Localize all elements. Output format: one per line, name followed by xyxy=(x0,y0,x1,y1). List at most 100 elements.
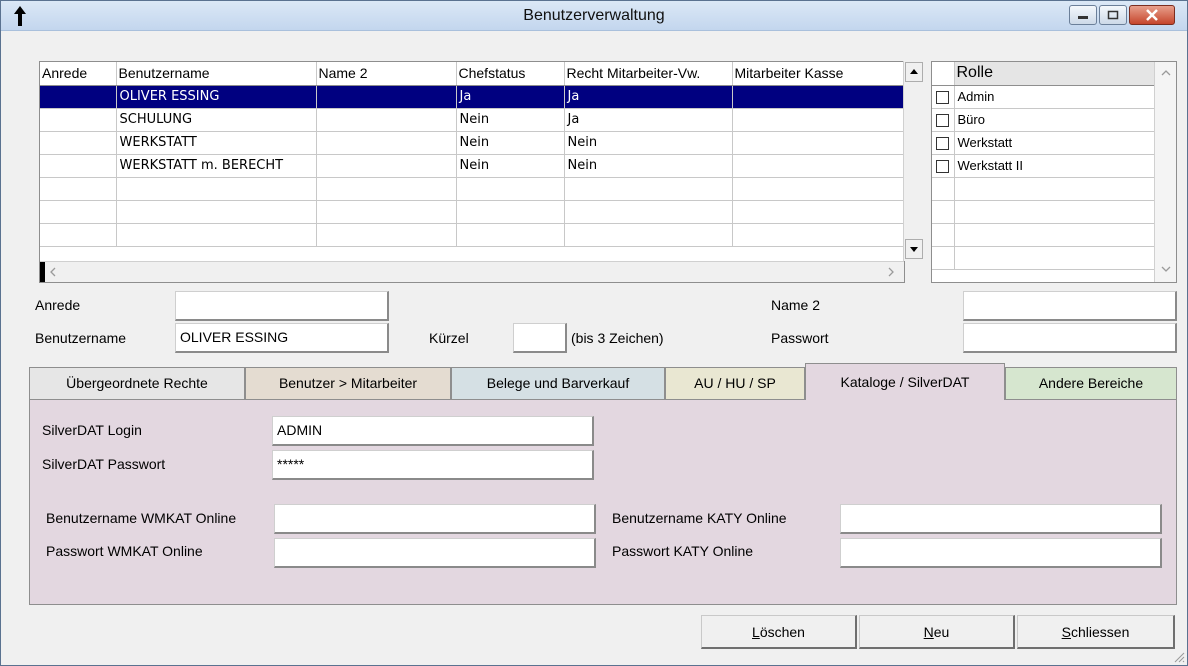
kuerzel-label: Kürzel xyxy=(429,330,469,346)
resize-grip-icon[interactable] xyxy=(1171,649,1185,663)
table-cell: Ja xyxy=(564,85,733,109)
passwort-label: Passwort xyxy=(771,330,829,346)
wmkat-user-label: Benutzername WMKAT Online xyxy=(46,510,237,526)
maximize-button[interactable] xyxy=(1099,5,1127,25)
tab-kataloge-silverdat[interactable]: Kataloge / SilverDAT xyxy=(805,363,1005,400)
tab-benutzer-mitarbeiter[interactable]: Benutzer > Mitarbeiter xyxy=(245,367,451,399)
table-cell: Nein xyxy=(456,154,565,178)
arrow-down-icon[interactable] xyxy=(1160,264,1172,274)
role-row[interactable]: Werkstatt II xyxy=(932,154,1155,178)
tab-uebergeordnete-rechte[interactable]: Übergeordnete Rechte xyxy=(29,367,245,399)
table-cell: OLIVER ESSING xyxy=(116,85,317,109)
schliessen-button[interactable]: Schliessen xyxy=(1017,615,1175,649)
arrow-up-icon[interactable] xyxy=(1160,68,1172,78)
column-header-benutzername[interactable]: Benutzername xyxy=(116,62,317,86)
role-checkbox[interactable] xyxy=(936,137,949,151)
loeschen-button[interactable]: Löschen xyxy=(701,615,857,649)
table-cell: Nein xyxy=(456,131,565,155)
column-header-mitarbeiter-kasse[interactable]: Mitarbeiter Kasse xyxy=(732,62,907,86)
column-header-name2[interactable]: Name 2 xyxy=(316,62,457,86)
benutzername-field[interactable]: OLIVER ESSING xyxy=(175,323,389,353)
name2-field[interactable] xyxy=(963,291,1177,321)
tab-au-hu-sp[interactable]: AU / HU / SP xyxy=(665,367,805,399)
title-bar[interactable]: Benutzerverwaltung xyxy=(1,1,1187,31)
table-cell xyxy=(732,131,907,155)
user-grid[interactable]: Anrede Benutzername Name 2 Chefstatus Re… xyxy=(39,61,907,283)
table-cell xyxy=(40,108,117,132)
wmkat-pass-label: Passwort WMKAT Online xyxy=(46,543,203,559)
role-grid-header: Rolle xyxy=(932,62,1155,86)
minimize-button[interactable] xyxy=(1069,5,1097,25)
anrede-field[interactable] xyxy=(175,291,389,321)
role-checkbox[interactable] xyxy=(936,91,949,105)
neu-accelerator: N xyxy=(923,624,934,640)
role-row[interactable]: Büro xyxy=(932,108,1155,132)
silverdat-login-label: SilverDAT Login xyxy=(42,422,142,438)
silverdat-login-field[interactable]: ADMIN xyxy=(272,416,594,446)
role-checkbox[interactable] xyxy=(936,114,949,128)
role-row-empty[interactable] xyxy=(932,246,1155,270)
table-row-empty[interactable] xyxy=(40,177,907,201)
column-header-recht-mitarbeiter[interactable]: Recht Mitarbeiter-Vw. xyxy=(564,62,733,86)
column-header-chefstatus[interactable]: Chefstatus xyxy=(456,62,565,86)
close-icon xyxy=(1146,9,1158,21)
role-row-empty[interactable] xyxy=(932,177,1155,201)
table-cell xyxy=(40,154,117,178)
table-cell: WERKSTATT xyxy=(116,131,317,155)
table-row[interactable]: WERKSTATT m. BERECHT Nein Nein xyxy=(40,154,907,178)
table-cell: WERKSTATT m. BERECHT xyxy=(116,154,317,178)
table-row[interactable]: SCHULUNG Nein Ja xyxy=(40,108,907,132)
table-cell: Nein xyxy=(564,131,733,155)
tab-andere-bereiche[interactable]: Andere Bereiche xyxy=(1005,367,1177,399)
table-row[interactable]: WERKSTATT Nein Nein xyxy=(40,131,907,155)
column-header-rolle[interactable]: Rolle xyxy=(954,62,1155,86)
minimize-icon xyxy=(1078,16,1088,19)
role-row-empty[interactable] xyxy=(932,223,1155,247)
scroll-down-button[interactable] xyxy=(905,239,923,259)
role-grid-vscroll[interactable] xyxy=(1154,62,1176,282)
arrow-up-icon xyxy=(910,69,918,74)
column-header-anrede[interactable]: Anrede xyxy=(40,62,117,86)
schliessen-accelerator: S xyxy=(1061,624,1071,640)
role-row-empty[interactable] xyxy=(932,200,1155,224)
table-cell: Nein xyxy=(564,154,733,178)
table-cell xyxy=(732,108,907,132)
role-row[interactable]: Admin xyxy=(932,85,1155,109)
wmkat-pass-field[interactable] xyxy=(274,538,596,568)
passwort-field[interactable] xyxy=(963,323,1177,353)
user-grid-header: Anrede Benutzername Name 2 Chefstatus Re… xyxy=(40,62,907,86)
row-indicator xyxy=(40,262,45,282)
arrow-down-icon xyxy=(910,247,918,252)
role-grid[interactable]: Rolle Admin Büro Werkstatt Werkstatt II xyxy=(931,61,1177,283)
silverdat-passwort-field[interactable]: ***** xyxy=(272,450,594,480)
arrow-left-icon[interactable] xyxy=(48,266,58,278)
user-grid-vscroll[interactable] xyxy=(903,61,923,261)
katy-user-label: Benutzername KATY Online xyxy=(612,510,787,526)
role-row[interactable]: Werkstatt xyxy=(932,131,1155,155)
table-cell xyxy=(40,131,117,155)
tab-panel-kataloge: SilverDAT Login ADMIN SilverDAT Passwort… xyxy=(29,399,1177,605)
name2-label: Name 2 xyxy=(771,297,821,313)
arrow-right-icon[interactable] xyxy=(886,266,896,278)
kuerzel-field[interactable] xyxy=(513,323,567,353)
table-cell xyxy=(316,108,457,132)
schliessen-label: chliessen xyxy=(1070,624,1130,640)
table-cell xyxy=(732,85,907,109)
table-row-empty[interactable] xyxy=(40,223,907,247)
table-cell xyxy=(316,85,457,109)
katy-user-field[interactable] xyxy=(840,504,1162,534)
katy-pass-field[interactable] xyxy=(840,538,1162,568)
table-row[interactable]: OLIVER ESSING Ja Ja xyxy=(40,85,907,109)
close-button[interactable] xyxy=(1129,5,1175,25)
scroll-up-button[interactable] xyxy=(905,62,923,82)
table-cell: Ja xyxy=(564,108,733,132)
wmkat-user-field[interactable] xyxy=(274,504,596,534)
table-row-empty[interactable] xyxy=(40,200,907,224)
role-checkbox[interactable] xyxy=(936,160,949,174)
benutzername-label: Benutzername xyxy=(35,330,127,346)
user-grid-hscroll[interactable] xyxy=(40,261,904,282)
silverdat-passwort-label: SilverDAT Passwort xyxy=(42,456,166,472)
tab-belege-barverkauf[interactable]: Belege und Barverkauf xyxy=(451,367,665,399)
table-cell xyxy=(316,154,457,178)
neu-button[interactable]: Neu xyxy=(859,615,1015,649)
